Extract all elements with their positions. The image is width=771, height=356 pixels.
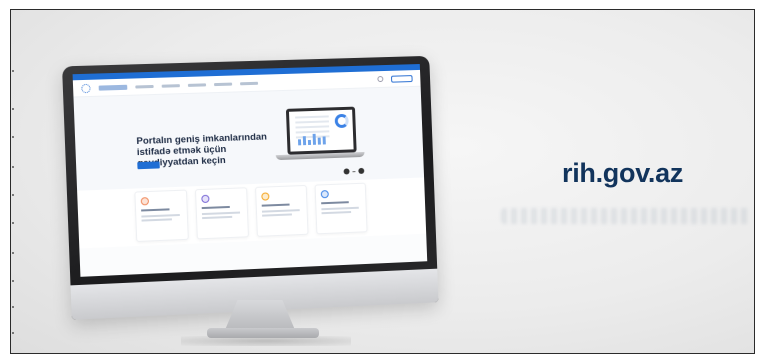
bar-chart-icon [297, 133, 326, 146]
service-icon [201, 194, 210, 204]
nav-item [135, 84, 154, 89]
monitor-screen: Portalın geniş imkanlarından istifadə et… [72, 64, 428, 277]
service-card [314, 182, 368, 235]
nav-item [161, 83, 180, 88]
service-icon [261, 192, 270, 201]
portal-logo-text [98, 84, 128, 91]
service-card [134, 189, 189, 242]
edge-markers [11, 70, 17, 353]
service-cards [77, 180, 426, 244]
service-icon [320, 190, 329, 199]
service-icon [140, 197, 150, 206]
portal-logo-icon [81, 83, 91, 93]
nav-item [213, 82, 233, 86]
service-card [194, 187, 249, 240]
chevron-right-icon [358, 167, 365, 174]
service-card [255, 184, 309, 237]
laptop-illustration [274, 106, 365, 165]
domain-reflection [501, 208, 751, 224]
search-icon [377, 75, 384, 83]
register-button [137, 161, 160, 170]
login-button [390, 74, 413, 83]
monitor-stand-base [207, 328, 319, 338]
site-domain: rih.gov.az [562, 158, 684, 188]
video-frame: Portalın geniş imkanlarından istifadə et… [10, 9, 755, 354]
chevron-left-icon [343, 168, 350, 175]
desktop-monitor: Portalın geniş imkanlarından istifadə et… [62, 55, 439, 320]
nav-item [240, 81, 259, 85]
donut-chart-icon [334, 113, 349, 129]
carousel-controls [343, 167, 365, 175]
nav-item [187, 82, 207, 87]
hero-section: Portalın geniş imkanlarından istifadə et… [73, 86, 425, 191]
